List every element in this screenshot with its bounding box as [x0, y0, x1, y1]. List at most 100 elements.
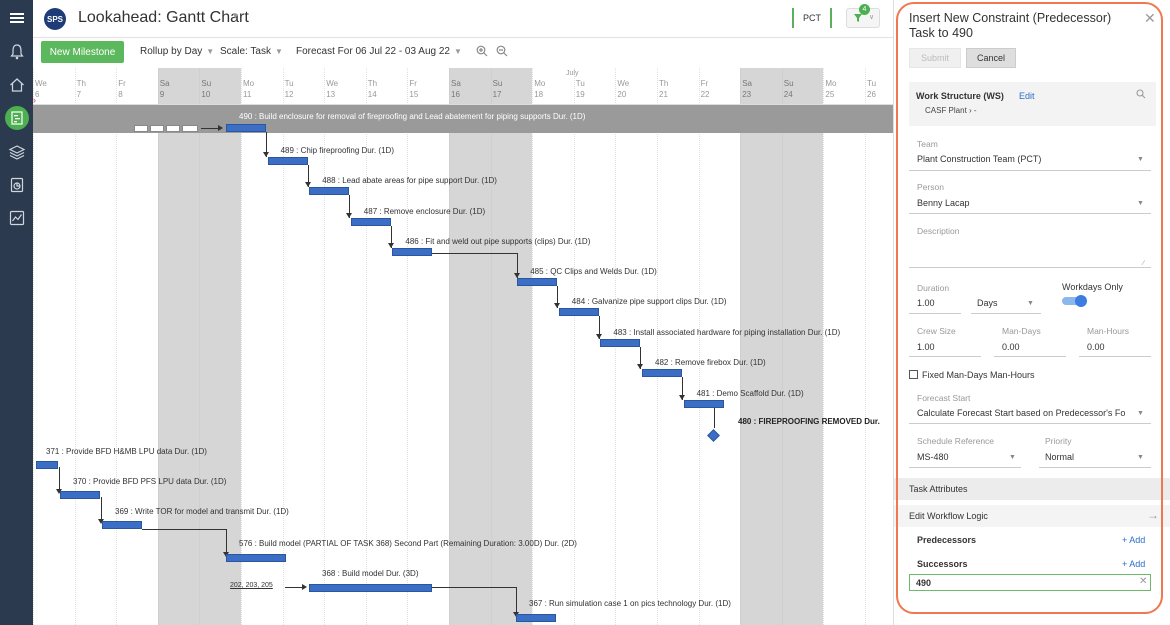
rollup-select[interactable]: Rollup by Day ▼	[140, 46, 214, 57]
caret-down-icon[interactable]: ▼	[1137, 200, 1144, 207]
task-bar[interactable]	[350, 218, 391, 226]
filter-button[interactable]: 4 ∨	[846, 4, 880, 28]
caret-down-icon[interactable]: ▼	[1027, 300, 1034, 307]
person-select[interactable]: Benny Lacap	[917, 198, 970, 208]
task-bar[interactable]	[309, 187, 350, 195]
man-days-label: Man-Days	[1002, 326, 1041, 336]
forecast-select[interactable]: Forecast For 06 Jul 22 - 03 Aug 22 ▼	[296, 46, 462, 57]
work-structure-edit-link[interactable]: Edit	[1019, 91, 1035, 101]
day-header: We 20	[617, 79, 630, 99]
clear-icon[interactable]: ✕	[1139, 576, 1147, 587]
workdays-toggle[interactable]	[1062, 295, 1087, 307]
task-label: 482 : Remove firebox Dur. (1D)	[655, 358, 766, 367]
cancel-button[interactable]: Cancel	[966, 48, 1016, 68]
predecessor-refs[interactable]: 202, 203, 205	[230, 582, 273, 589]
rollup-label: Rollup by Day	[140, 46, 203, 57]
team-badge[interactable]: PCT	[792, 8, 832, 28]
successor-tag-input[interactable]: 490 ✕	[909, 574, 1151, 591]
scroll-left-icon[interactable]: ›	[33, 95, 36, 105]
layers-icon[interactable]	[5, 140, 29, 164]
report-icon[interactable]	[5, 173, 29, 197]
scale-label: Scale: Task	[220, 46, 271, 57]
day-column	[698, 68, 741, 625]
task-bar[interactable]	[683, 400, 724, 408]
day-header: Sa 16	[451, 79, 461, 99]
crew-size-input[interactable]: 1.00	[917, 342, 935, 352]
description-textarea[interactable]	[909, 222, 1151, 268]
task-bar[interactable]	[642, 369, 682, 377]
weekend-column	[157, 68, 200, 625]
caret-down-icon[interactable]: ▼	[1137, 156, 1144, 163]
day-header: Th 21	[659, 79, 669, 99]
task-label: 369 : Write TOR for model and transmit D…	[115, 507, 289, 516]
day-header: Th 14	[367, 79, 378, 99]
day-column	[116, 68, 158, 625]
submit-button[interactable]: Submit	[909, 48, 961, 68]
task-bar[interactable]	[392, 248, 433, 256]
gantt-icon[interactable]	[5, 106, 29, 130]
menu-icon[interactable]	[5, 6, 29, 30]
divider	[1079, 356, 1151, 357]
bell-icon[interactable]	[5, 40, 29, 64]
successors-label: Successors	[917, 559, 968, 569]
caret-down-icon[interactable]: ▼	[1137, 454, 1144, 461]
caret-down-icon: ▼	[453, 47, 462, 56]
page-title[interactable]: Lookahead: Gantt Chart	[78, 9, 249, 27]
schedule-reference-select[interactable]: MS-480	[917, 452, 949, 462]
app-header: SPS Lookahead: Gantt Chart ▾ PCT 4 ∨	[33, 0, 893, 38]
work-structure-title: Work Structure (WS)	[916, 91, 1004, 101]
task-bar[interactable]	[600, 339, 641, 347]
task-bar[interactable]	[267, 157, 308, 165]
task-bar[interactable]	[309, 584, 432, 592]
person-label: Person	[917, 182, 944, 192]
task-bar[interactable]	[516, 614, 556, 622]
zoom-out-icon[interactable]	[496, 45, 508, 57]
task-label: 480 : FIREPROOFING REMOVED Dur.	[738, 417, 880, 426]
duration-unit-select[interactable]: Days	[977, 298, 998, 308]
caret-down-icon[interactable]: ▼	[1137, 410, 1144, 417]
fixed-man-days-checkbox[interactable]	[909, 370, 918, 379]
man-hours-input[interactable]: 0.00	[1087, 342, 1105, 352]
dependency-line	[713, 408, 715, 428]
task-attributes-section[interactable]: Task Attributes	[894, 478, 1170, 500]
weekend-column	[740, 68, 782, 625]
add-successor-link[interactable]: + Add	[1122, 559, 1145, 569]
task-bar[interactable]	[226, 554, 286, 562]
task-label: 576 : Build model (PARTIAL OF TASK 368) …	[239, 539, 577, 548]
toggle-knob	[1075, 295, 1087, 307]
task-label: 483 : Install associated hardware for pi…	[613, 328, 841, 337]
zoom-in-icon[interactable]	[476, 45, 488, 57]
predecessor-marker	[134, 125, 148, 132]
weekend-column	[199, 68, 241, 625]
task-bar[interactable]	[517, 278, 558, 286]
caret-down-icon[interactable]: ▼	[1009, 454, 1016, 461]
scale-select[interactable]: Scale: Task ▼	[220, 46, 283, 57]
task-bar[interactable]	[102, 521, 142, 529]
man-days-input[interactable]: 0.00	[1002, 342, 1020, 352]
divider	[1039, 467, 1151, 468]
forecast-start-select[interactable]: Calculate Forecast Start based on Predec…	[917, 408, 1132, 418]
logo: SPS	[44, 8, 66, 30]
home-icon[interactable]	[5, 73, 29, 97]
priority-select[interactable]: Normal	[1045, 452, 1074, 462]
day-header: Tu 12	[284, 79, 294, 99]
search-icon[interactable]	[1136, 89, 1146, 99]
edit-workflow-logic-row[interactable]: Edit Workflow Logic →	[894, 505, 1170, 527]
new-milestone-button[interactable]: New Milestone	[41, 41, 124, 63]
task-bar[interactable]	[36, 461, 58, 469]
day-header: Mo 18	[534, 79, 546, 99]
man-hours-label: Man-Hours	[1087, 326, 1130, 336]
add-predecessor-link[interactable]: + Add	[1122, 535, 1145, 545]
close-icon[interactable]: ✕	[1144, 10, 1156, 27]
team-select[interactable]: Plant Construction Team (PCT)	[917, 154, 1041, 164]
duration-input[interactable]: 1.00	[917, 298, 935, 308]
task-bar[interactable]	[60, 491, 100, 499]
analytics-icon[interactable]	[5, 206, 29, 230]
month-label: July	[566, 70, 579, 77]
chevron-down-icon[interactable]: ▾	[233, 11, 238, 22]
task-bar[interactable]	[226, 124, 266, 132]
arrow-right-icon	[302, 584, 307, 590]
task-bar[interactable]	[558, 308, 599, 316]
day-header: We 13	[326, 79, 339, 99]
priority-label: Priority	[1045, 436, 1072, 446]
